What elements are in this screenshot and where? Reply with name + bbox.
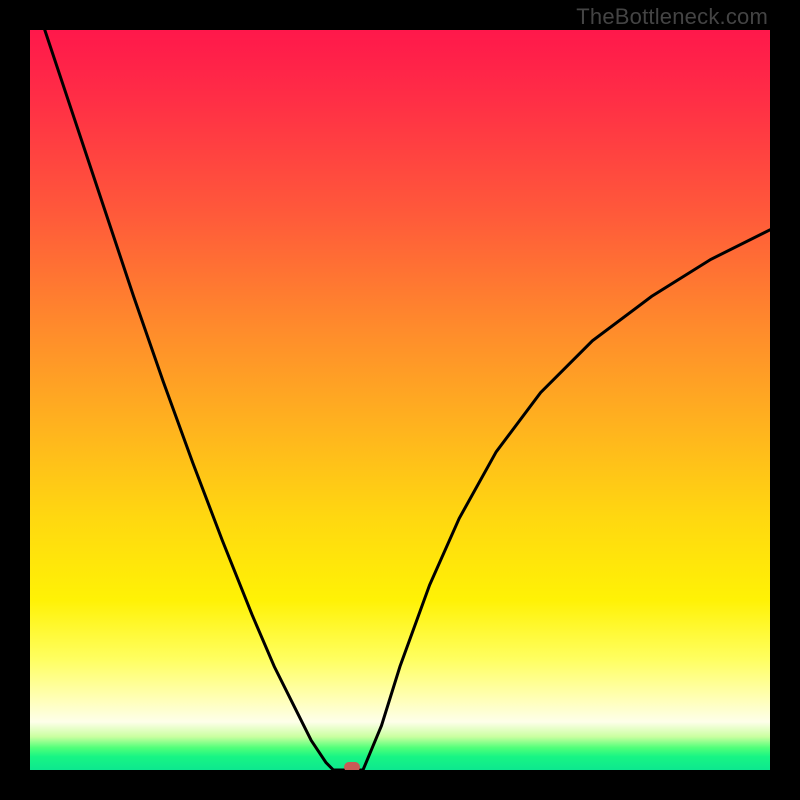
plot-area	[30, 30, 770, 770]
curve-svg	[30, 30, 770, 770]
watermark-text: TheBottleneck.com	[576, 4, 768, 30]
min-marker	[344, 762, 360, 770]
curve-path	[45, 30, 770, 770]
